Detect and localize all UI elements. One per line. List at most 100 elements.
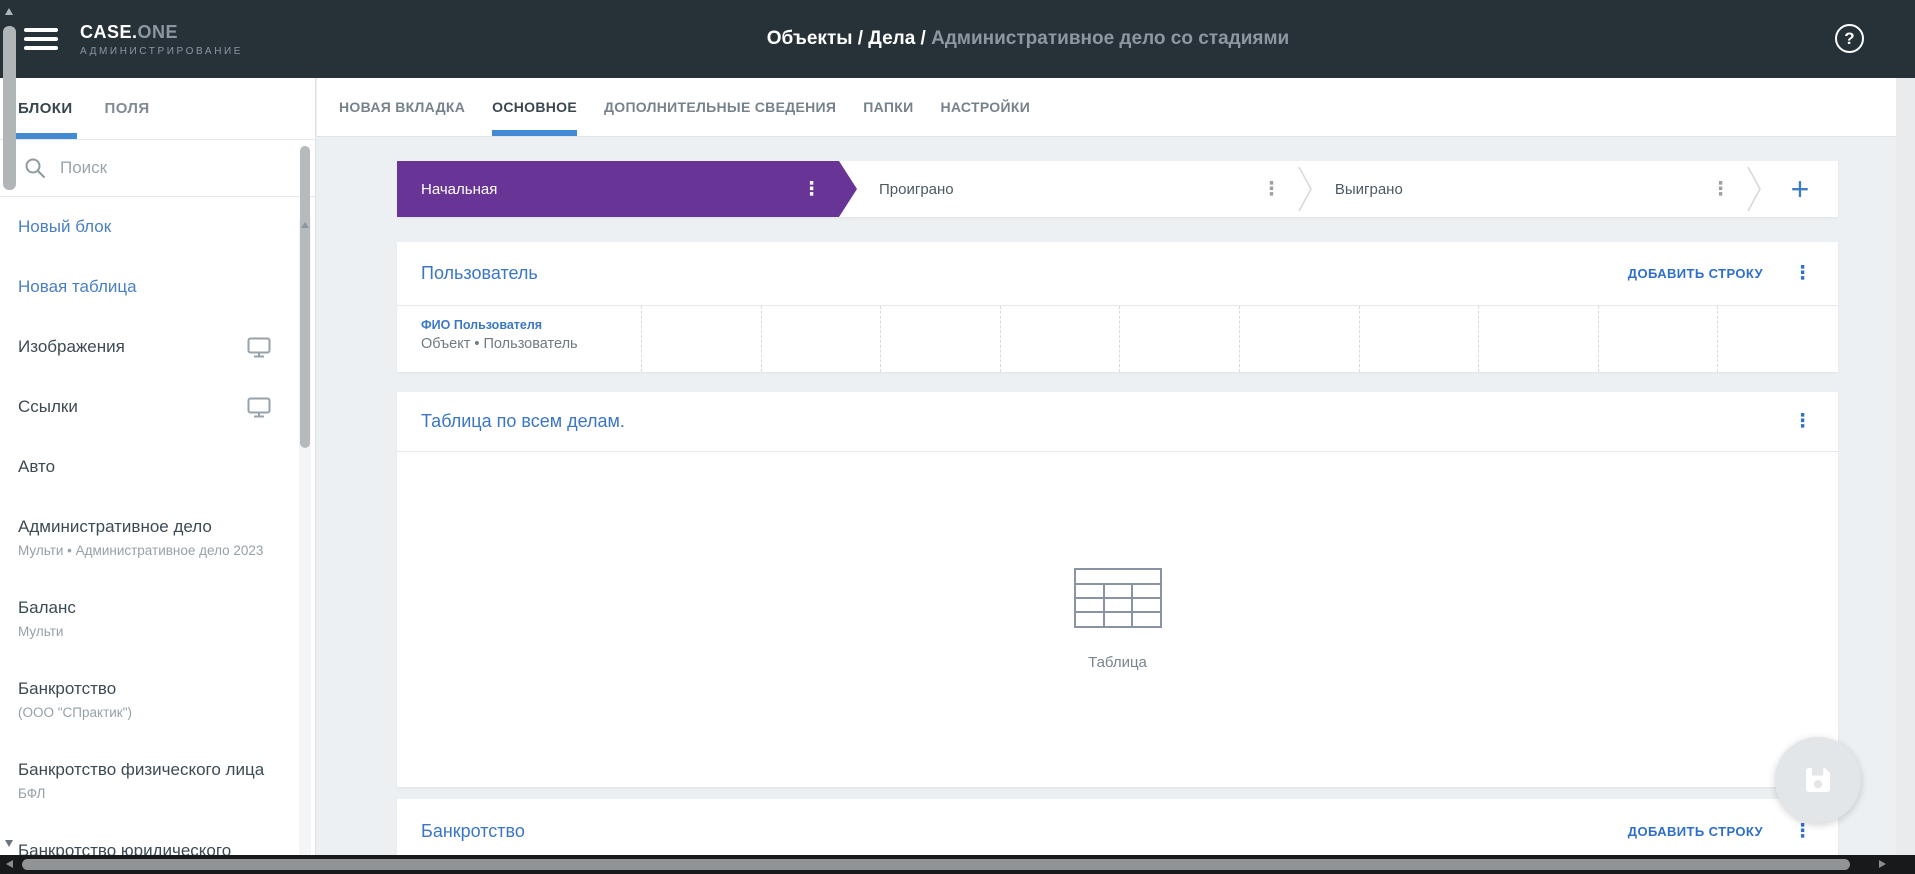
kebab-menu-icon[interactable]: ⋮: [1793, 264, 1812, 283]
scrollbar-down-arrow-icon[interactable]: [5, 840, 13, 847]
horizontal-scrollbar[interactable]: [0, 855, 1896, 874]
kebab-menu-icon[interactable]: ⋮: [1793, 412, 1812, 431]
item-label: Ссылки: [18, 397, 78, 416]
sidebar-list-item[interactable]: Банкротство физического лица БФЛ: [0, 740, 315, 821]
save-floppy-icon: [1806, 768, 1830, 792]
sidebar-scrollbar-up-icon[interactable]: [301, 222, 309, 228]
main-tab[interactable]: НАСТРОЙКИ: [940, 78, 1030, 136]
sidebar-list-item[interactable]: Административное дело Мульти • Администра…: [0, 497, 315, 578]
breadcrumb-current: Административное дело со стадиями: [931, 28, 1290, 49]
field-sublabel: Объект • Пользователь: [421, 336, 578, 352]
save-button[interactable]: [1775, 737, 1861, 823]
stage-label: Проиграно: [879, 180, 954, 198]
sidebar-block-list: Новый блок Новая таблица Изображения Ссылки…: [0, 197, 315, 874]
sidebar-list-item[interactable]: Изображения: [0, 317, 315, 377]
card-bankruptcy: Банкротство ДОБАВИТЬ СТРОКУ ⋮: [397, 799, 1838, 855]
item-sublabel: Мульти • Административное дело 2023: [18, 543, 264, 558]
empty-field-cell[interactable]: [1240, 306, 1360, 372]
sidebar-list-item[interactable]: Баланс Мульти: [0, 578, 315, 659]
item-label: Административное дело: [18, 517, 212, 536]
sidebar-tabs: БЛОКИ ПОЛЯ: [0, 78, 315, 140]
empty-field-cell[interactable]: [1360, 306, 1480, 372]
main-tab[interactable]: НОВАЯ ВКЛАДКА: [339, 78, 465, 136]
field-cell[interactable]: ФИО Пользователя Объект • Пользователь: [397, 306, 642, 372]
kebab-menu-icon[interactable]: ⋮: [1711, 180, 1730, 199]
empty-field-cell[interactable]: [881, 306, 1001, 372]
add-stage-button[interactable]: +: [1762, 161, 1838, 217]
sidebar-list-item[interactable]: Новый блок: [0, 197, 315, 257]
vertical-scrollbar-thumb[interactable]: [3, 26, 16, 190]
empty-field-cell[interactable]: [642, 306, 762, 372]
scrollbar-left-arrow-icon[interactable]: [6, 860, 13, 868]
logo-primary: CASE.: [80, 21, 138, 42]
sidebar-list-item[interactable]: Банкротство (ООО "СПрактик"): [0, 659, 315, 740]
card-table-all-cases: Таблица по всем делам. ⋮ Таблица: [397, 392, 1838, 787]
stage-lost[interactable]: Проиграно ⋮: [857, 161, 1297, 217]
item-label: Изображения: [18, 337, 125, 356]
main-tab[interactable]: ОСНОВНОЕ: [492, 78, 577, 136]
help-icon[interactable]: ?: [1835, 24, 1864, 53]
stage-separator-chevron-icon: [1297, 161, 1313, 217]
item-label: Авто: [18, 457, 56, 476]
scrollbar-up-arrow-icon[interactable]: [5, 8, 13, 15]
main-tab-bar: НОВАЯ ВКЛАДКА ОСНОВНОЕ ДОПОЛНИТЕЛЬНЫЕ СВЕД…: [317, 78, 1896, 137]
breadcrumb: Объекты / Дела / Административное дело с…: [160, 0, 1896, 78]
empty-field-cell[interactable]: [1001, 306, 1121, 372]
main-content: Начальная ⋮ Проиграно ⋮ Выиграно ⋮ + Пол…: [317, 137, 1896, 855]
sidebar-scrollbar-thumb[interactable]: [300, 146, 310, 448]
vertical-scrollbar[interactable]: [1896, 0, 1915, 855]
item-label: Баланс: [18, 598, 76, 617]
stage-initial[interactable]: Начальная ⋮: [397, 161, 857, 217]
monitor-icon: [247, 397, 271, 423]
sidebar-list-item[interactable]: Новая таблица: [0, 257, 315, 317]
item-sublabel: БФЛ: [18, 786, 46, 801]
empty-field-cell[interactable]: [1718, 306, 1838, 372]
hamburger-menu-icon[interactable]: [24, 28, 58, 50]
empty-field-cell[interactable]: [762, 306, 882, 372]
table-icon: [1073, 568, 1162, 628]
top-bar: CASE.ONE АДМИНИСТРИРОВАНИЕ Объекты / Дел…: [0, 0, 1896, 78]
empty-field-cell[interactable]: [1120, 306, 1240, 372]
sidebar-tab-blocks[interactable]: БЛОКИ: [14, 78, 77, 139]
item-sublabel: (ООО "СПрактик"): [18, 705, 132, 720]
table-placeholder-area: Таблица: [397, 452, 1838, 787]
add-row-button[interactable]: ДОБАВИТЬ СТРОКУ: [1628, 824, 1763, 839]
card-user: Пользователь ДОБАВИТЬ СТРОКУ ⋮ ФИО Польз…: [397, 242, 1838, 372]
item-sublabel: Мульти: [18, 624, 64, 639]
stage-bar: Начальная ⋮ Проиграно ⋮ Выиграно ⋮ +: [397, 161, 1838, 217]
table-placeholder-label: Таблица: [1088, 654, 1147, 671]
empty-field-cell[interactable]: [1599, 306, 1719, 372]
monitor-icon: [247, 337, 271, 363]
kebab-menu-icon[interactable]: ⋮: [802, 180, 821, 199]
kebab-menu-icon[interactable]: ⋮: [1793, 822, 1812, 841]
search-input[interactable]: [60, 158, 260, 178]
stage-label: Начальная: [421, 180, 498, 198]
item-label: Банкротство: [18, 679, 117, 698]
card-title[interactable]: Таблица по всем делам.: [421, 411, 625, 432]
item-label: Новый блок: [18, 217, 112, 236]
scrollbar-right-arrow-icon[interactable]: [1879, 860, 1886, 868]
card-title[interactable]: Пользователь: [421, 263, 538, 284]
sidebar-tab-fields[interactable]: ПОЛЯ: [105, 78, 150, 139]
user-field-row: ФИО Пользователя Объект • Пользователь: [397, 306, 1838, 372]
sidebar-list-item[interactable]: Авто: [0, 437, 315, 497]
stage-won[interactable]: Выиграно ⋮: [1313, 161, 1746, 217]
breadcrumb-path[interactable]: Объекты / Дела /: [767, 28, 931, 50]
app-root: CASE.ONE АДМИНИСТРИРОВАНИЕ Объекты / Дел…: [0, 0, 1915, 874]
kebab-menu-icon[interactable]: ⋮: [1262, 180, 1281, 199]
item-label: Новая таблица: [18, 277, 137, 296]
card-title[interactable]: Банкротство: [421, 821, 525, 842]
main-tab[interactable]: ПАПКИ: [863, 78, 913, 136]
sidebar-list-item[interactable]: Ссылки: [0, 377, 315, 437]
field-label: ФИО Пользователя: [421, 318, 543, 332]
sidebar: БЛОКИ ПОЛЯ Новый блок Новая таблица Изображ…: [0, 78, 316, 874]
stage-label: Выиграно: [1334, 180, 1403, 198]
main-tab[interactable]: ДОПОЛНИТЕЛЬНЫЕ СВЕДЕНИЯ: [604, 78, 836, 136]
empty-field-cell[interactable]: [1479, 306, 1599, 372]
item-label: Банкротство физического лица: [18, 760, 265, 779]
stage-separator-chevron-icon: [1746, 161, 1762, 217]
horizontal-scrollbar-thumb[interactable]: [22, 859, 1850, 870]
sidebar-search-row: [0, 140, 315, 197]
scrollbar-corner: [1896, 855, 1915, 874]
add-row-button[interactable]: ДОБАВИТЬ СТРОКУ: [1628, 266, 1763, 281]
